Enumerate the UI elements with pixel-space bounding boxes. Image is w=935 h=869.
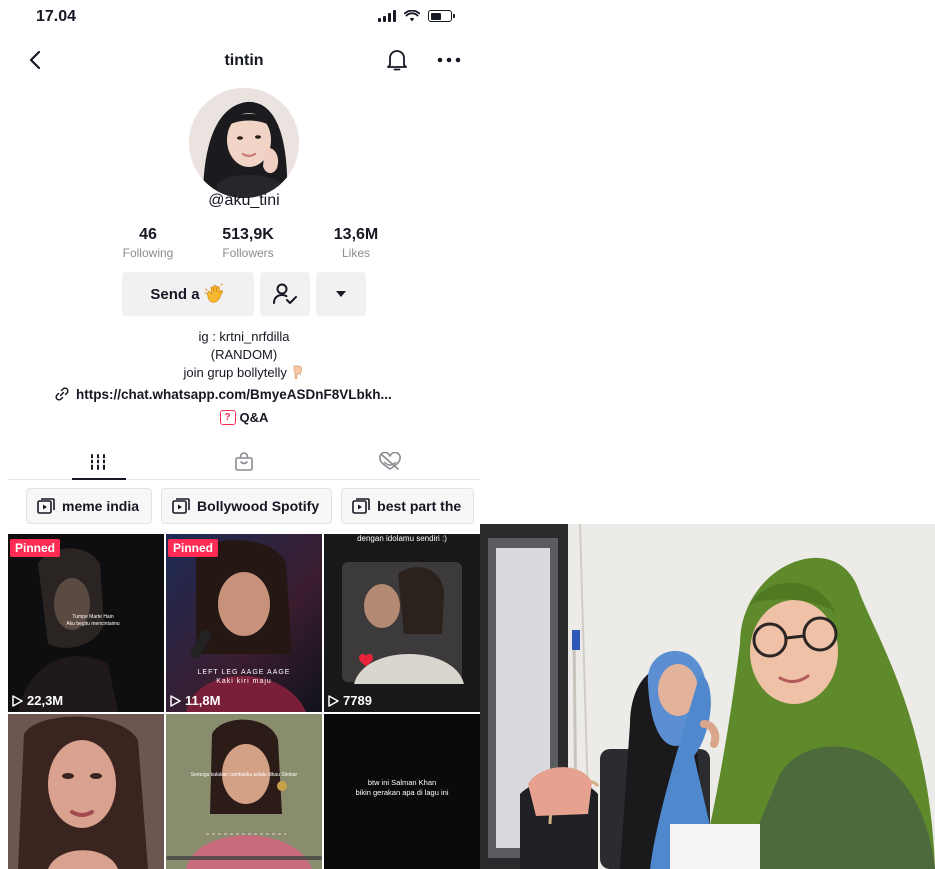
follow-status-button[interactable] xyxy=(260,272,310,316)
bio-line: join grup bollytelly xyxy=(183,365,287,380)
profile-tabs xyxy=(8,444,480,480)
playlist-chip[interactable]: Bollywood Spotify xyxy=(161,488,333,524)
stat-label: Likes xyxy=(341,246,370,260)
bell-icon[interactable] xyxy=(384,47,410,73)
stat-followers[interactable]: 513,9K Followers xyxy=(208,226,288,260)
profile-bio: ig : krtni_nrfdilla (RANDOM) join grup b… xyxy=(8,328,480,382)
stat-following[interactable]: 46 Following xyxy=(108,226,188,260)
bio-line: ig : krtni_nrfdilla xyxy=(198,329,290,344)
view-count-text: 22,3M xyxy=(27,693,64,708)
profile-handle: @aku_tini xyxy=(208,192,280,209)
play-icon xyxy=(170,694,181,707)
send-wave-button[interactable]: Send a xyxy=(122,272,254,316)
play-icon xyxy=(12,694,23,707)
stat-likes[interactable]: 13,6M Likes xyxy=(316,226,396,260)
caret-down-icon xyxy=(336,291,346,297)
active-tab-indicator xyxy=(72,478,126,480)
view-count: 11,8M xyxy=(170,693,220,708)
wifi-icon xyxy=(404,10,420,22)
action-buttons: Send a xyxy=(122,272,366,316)
playlist-chip-label: meme india xyxy=(62,498,140,514)
status-bar: 17.04 xyxy=(8,0,480,34)
tab-shop[interactable] xyxy=(166,444,322,480)
video-thumbnail[interactable]: Pinned Tumpe Marte Hain Aku begitu menci… xyxy=(8,534,164,712)
playlist-row: meme india Bollywood Spotify best part t… xyxy=(26,488,475,524)
more-dots-icon[interactable] xyxy=(435,47,463,73)
stat-value: 513,9K xyxy=(222,226,274,243)
avatar[interactable] xyxy=(189,88,299,198)
play-icon xyxy=(328,694,339,707)
profile-stats: 46 Following 513,9K Followers 13,6M Like… xyxy=(104,226,394,262)
pinned-badge: Pinned xyxy=(10,539,61,557)
video-caption: LEFT LEG AAGE AAGE Kaki kiri maju xyxy=(197,669,291,685)
video-thumbnail[interactable]: Pinned LEFT LEG AAGE AAGE Kaki kiri maju… xyxy=(166,534,322,712)
view-count-text: 11,8M xyxy=(185,693,221,708)
scroll-indicator xyxy=(166,856,322,860)
battery-icon xyxy=(428,10,455,22)
view-count: 7789 xyxy=(328,693,372,708)
tab-liked[interactable] xyxy=(312,444,468,480)
playlist-icon xyxy=(172,498,190,514)
waving-hand-icon xyxy=(204,283,223,303)
video-grid: Pinned Tumpe Marte Hain Aku begitu menci… xyxy=(8,534,480,869)
view-count: 22,3M xyxy=(12,693,63,708)
pointing-down-icon xyxy=(294,365,303,380)
bio-line: (RANDOM) xyxy=(210,347,278,362)
playlist-icon xyxy=(37,498,55,514)
tab-videos[interactable] xyxy=(20,444,176,480)
video-thumbnail[interactable]: Semoga kalakan cambukku selalu dikau Sim… xyxy=(166,714,322,869)
suggestions-dropdown-button[interactable] xyxy=(316,272,366,316)
video-caption: Tumpe Marte Hain Aku begitu mencintaimu xyxy=(66,614,120,627)
status-time: 17.04 xyxy=(36,8,77,25)
stat-value: 13,6M xyxy=(333,226,379,243)
bio-line-with-emoji: join grup bollytelly xyxy=(8,364,480,382)
status-icons xyxy=(378,10,455,22)
video-thumbnail[interactable]: btw ini Salman Khan bikin gerakan apa di… xyxy=(324,714,480,869)
bio-link-text: https://chat.whatsapp.com/BmyeASDnF8VLbk… xyxy=(76,386,392,402)
view-count-text: 7789 xyxy=(343,693,372,708)
playlist-chip-label: Bollywood Spotify xyxy=(197,498,320,514)
person-check-icon xyxy=(273,283,297,304)
playlist-chip[interactable]: meme india xyxy=(26,488,153,524)
qa-button[interactable]: ? Q&A xyxy=(8,410,480,425)
stat-label: Following xyxy=(122,246,174,260)
shopping-bag-icon xyxy=(235,452,253,471)
video-thumbnail[interactable] xyxy=(8,714,164,869)
qa-label: Q&A xyxy=(239,410,269,425)
playlist-chip[interactable]: best part the xyxy=(341,488,475,524)
video-caption: Semoga kalakan cambukku selalu dikau Sim… xyxy=(190,772,298,778)
link-icon xyxy=(55,387,69,401)
video-caption: dengan idolamu sendiri :) xyxy=(357,534,447,543)
pinned-badge: Pinned xyxy=(168,539,219,557)
send-button-label: Send a xyxy=(150,285,200,303)
tiktok-profile-screen: 17.04 tintin @aku_tini 46 Following 513,… xyxy=(8,0,480,869)
nav-bar: tintin xyxy=(8,40,480,80)
video-thumbnail[interactable]: dengan idolamu sendiri :) 7789 xyxy=(324,534,480,712)
question-icon: ? xyxy=(219,410,236,425)
bio-link[interactable]: https://chat.whatsapp.com/BmyeASDnF8VLbk… xyxy=(54,386,392,402)
hidden-heart-icon xyxy=(379,452,401,470)
signal-icon xyxy=(378,10,396,22)
grid-icon xyxy=(90,454,106,470)
stat-value: 46 xyxy=(139,226,157,243)
video-caption: btw ini Salman Khan bikin gerakan apa di… xyxy=(355,778,449,797)
selfie-photo xyxy=(480,524,935,869)
playlist-chip-label: best part the xyxy=(377,498,462,514)
playlist-icon xyxy=(352,498,370,514)
stat-label: Followers xyxy=(222,246,274,260)
